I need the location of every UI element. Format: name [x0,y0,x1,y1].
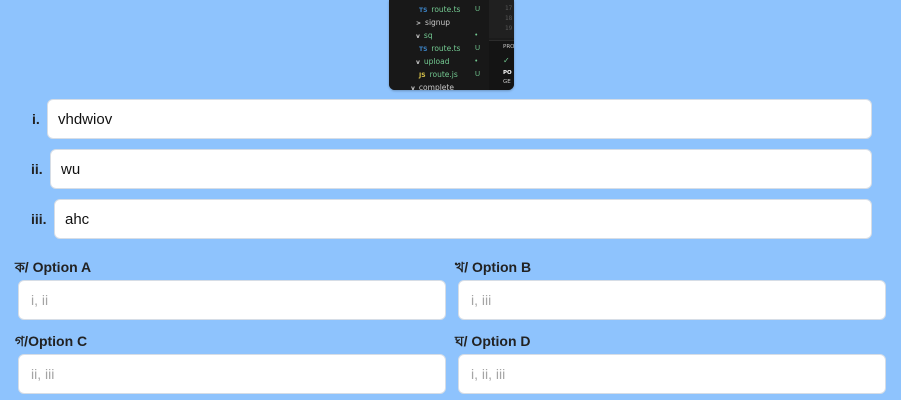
option-d-label: ঘ/ Option D [455,333,531,349]
file-name: route.ts [431,5,461,14]
javascript-file-icon: JS [419,72,426,79]
file-explorer: TS route.ts U > signup v sq • TS route.ts U … [389,0,489,90]
chevron-right-icon: > [416,20,422,27]
statement-label-ii: ii. [31,161,43,177]
embedded-screenshot: TS route.ts U > signup v sq • TS route.ts U … [389,0,514,90]
option-a-input[interactable] [18,280,446,320]
folder-name: complete [418,83,454,90]
chevron-down-icon: v [416,33,420,40]
typescript-file-icon: TS [419,46,428,53]
option-c-label: গ/Option C [15,333,88,349]
option-b-label: খ/ Option B [455,259,532,275]
statement-label-i: i. [32,111,40,127]
folder-row: > signup [416,17,450,29]
folder-row: v upload [416,56,449,68]
line-number: 18 [505,15,513,22]
line-number: 19 [505,25,513,32]
option-a-label: ক/ Option A [15,259,92,275]
git-status-badge: • [475,32,478,39]
panel-title: PROI [503,44,514,50]
check-icon: ✓ [503,56,510,65]
folder-row: v sq [416,30,433,42]
folder-name: upload [423,57,450,66]
git-status-badge: U [475,45,481,52]
git-status-badge: U [475,6,481,13]
statement-input-i[interactable] [47,99,872,139]
file-row: JS route.js [419,69,458,81]
statement-label-iii: iii. [31,211,47,227]
statement-input-iii[interactable] [54,199,872,239]
panel-line: GE [503,79,511,85]
folder-name: sq [423,31,433,40]
option-c-input[interactable] [18,354,446,394]
file-name: route.js [429,70,458,79]
git-status-badge: U [475,71,481,78]
option-b-input[interactable] [458,280,886,320]
git-status-badge: • [475,58,478,65]
file-row: TS route.ts [419,4,460,16]
typescript-file-icon: TS [419,7,428,14]
file-row: TS route.ts [419,43,460,55]
statement-input-ii[interactable] [50,149,872,189]
chevron-down-icon: v [416,59,420,66]
folder-name: signup [425,18,451,27]
chevron-down-icon: v [411,85,415,90]
line-number: 17 [505,5,513,12]
folder-row: v complete [411,82,454,90]
file-name: route.ts [431,44,461,53]
option-d-input[interactable] [458,354,886,394]
